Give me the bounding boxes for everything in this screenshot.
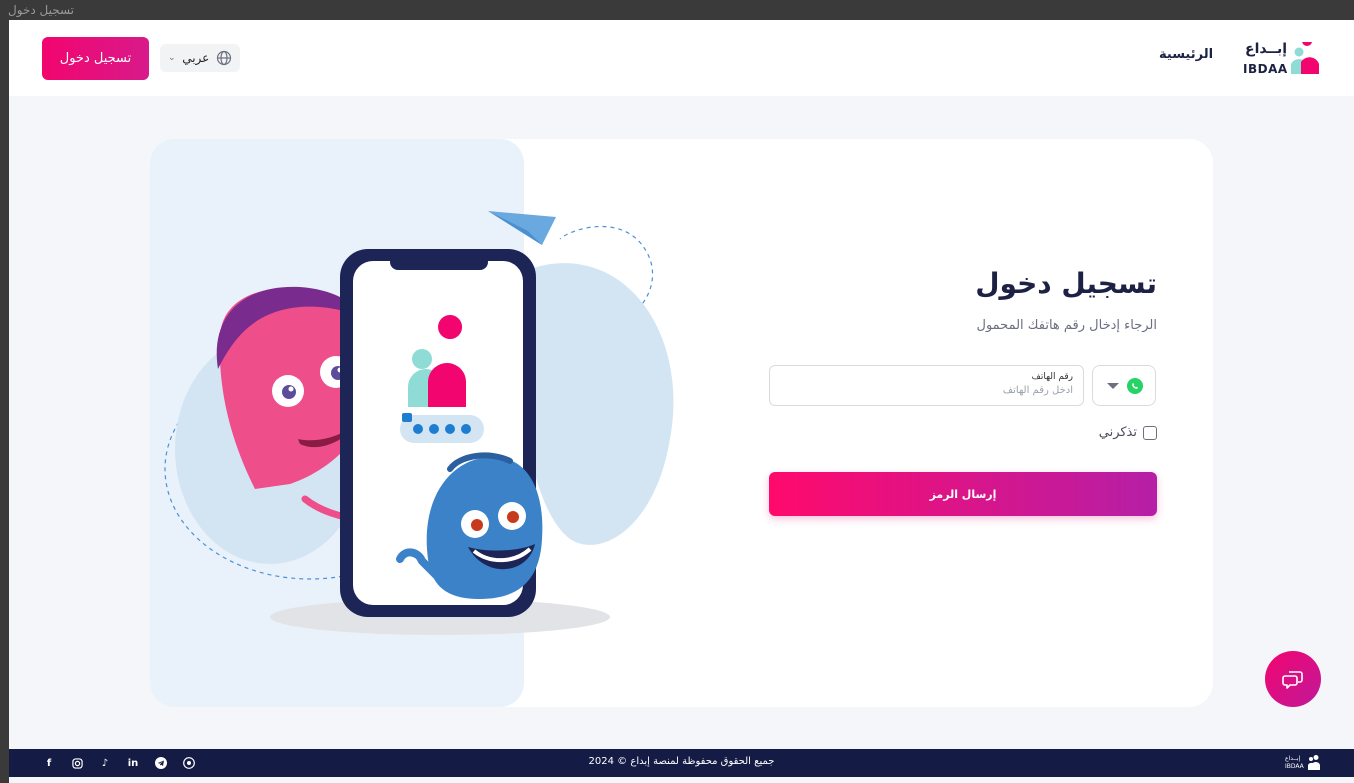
app-frame: تسجيل دخول ⌄ عربي الرئيسية إبــداع IBDAA [9, 20, 1354, 783]
footer-logo: إبــداع IBDAA [1285, 755, 1325, 771]
phone-field[interactable]: رقم الهاتف [769, 365, 1084, 406]
chevron-down-icon: ⌄ [168, 53, 176, 63]
language-selector[interactable]: ⌄ عربي [160, 44, 240, 72]
footer-logo-text: إبــداع IBDAA [1285, 755, 1304, 770]
phone-input[interactable] [783, 385, 1073, 396]
chat-icon [1282, 671, 1303, 689]
brand-logo[interactable]: إبــداع IBDAA [1241, 40, 1323, 80]
country-code-selector[interactable] [1092, 365, 1156, 406]
window-title: تسجيل دخول [0, 0, 1354, 20]
language-label: عربي [182, 51, 210, 65]
login-illustration [164, 211, 674, 635]
footer-logo-mark-icon [1308, 755, 1320, 770]
logo-text-ar: إبــداع [1245, 41, 1288, 57]
globe-icon [216, 50, 232, 66]
send-code-button[interactable]: إرسال الرمز [769, 472, 1157, 516]
logo-text-en: IBDAA [1243, 62, 1288, 76]
remember-me[interactable]: تذكرني [1099, 425, 1157, 440]
caret-down-icon [1107, 383, 1119, 389]
header-login-button[interactable]: تسجيل دخول [42, 37, 149, 80]
copyright-text: جميع الحقوق محفوظة لمنصة إبداع © 2024 [588, 756, 775, 767]
header: تسجيل دخول ⌄ عربي الرئيسية إبــداع IBDAA [9, 20, 1354, 96]
logo-mark-icon [1291, 42, 1319, 74]
remember-me-label: تذكرني [1098, 425, 1137, 440]
login-card: تسجيل دخول الرجاء إدخال رقم هاتفك المحمو… [150, 139, 1213, 707]
remember-me-checkbox[interactable] [1143, 425, 1157, 440]
form-subtitle: الرجاء إدخال رقم هاتفك المحمول [976, 318, 1158, 333]
whatsapp-icon [1127, 378, 1143, 394]
form-title: تسجيل دخول [975, 267, 1157, 300]
footer: f ♪ in جميع الحقوق محفوظة لمنصة إبداع © … [9, 749, 1354, 777]
phone-field-label: رقم الهاتف [1031, 372, 1073, 382]
nav-home-link[interactable]: الرئيسية [1159, 47, 1213, 62]
chat-button[interactable] [1265, 651, 1321, 707]
